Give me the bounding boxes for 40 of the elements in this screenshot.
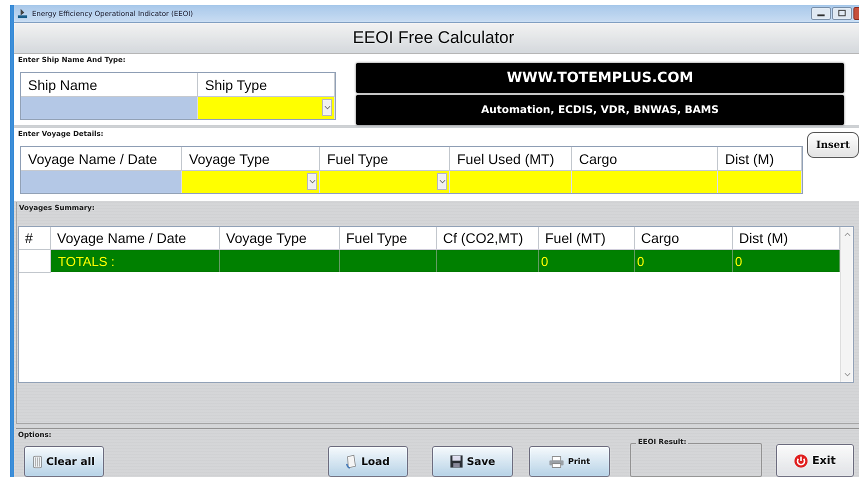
trash-bin-icon: [33, 454, 42, 470]
app-icon: [17, 8, 28, 20]
document-icon: [346, 454, 358, 469]
services-banner: Automation, ECDIS, VDR, BNWAS, BAMS: [356, 95, 844, 126]
table-cell: 0: [539, 250, 635, 272]
scrollbar[interactable]: [840, 227, 853, 382]
app-header: EEOI Free Calculator: [14, 23, 859, 54]
column-header: Fuel Used (MT): [450, 147, 572, 172]
input-field[interactable]: [450, 171, 572, 194]
maximize-icon[interactable]: [832, 7, 852, 20]
input-field[interactable]: [718, 171, 802, 194]
scroll-down-icon[interactable]: [844, 372, 850, 377]
row-header[interactable]: [19, 250, 51, 273]
dropdown[interactable]: [182, 171, 320, 194]
input-field[interactable]: [21, 171, 182, 194]
power-icon: [794, 454, 808, 468]
printer-icon: [548, 456, 564, 468]
table-cell: 0: [733, 250, 840, 272]
print-button[interactable]: Print: [529, 446, 610, 477]
column-header: Voyage Type: [182, 147, 320, 172]
exit-button[interactable]: Exit: [776, 444, 854, 477]
column-header: Ship Type: [198, 73, 335, 98]
input-field[interactable]: [572, 171, 718, 194]
website-banner: WWW.TOTEMPLUS.COM: [356, 63, 844, 94]
column-header: Cargo: [572, 147, 718, 172]
scroll-up-icon[interactable]: [844, 232, 850, 237]
column-header: Fuel Type: [320, 147, 450, 172]
dropdown[interactable]: [198, 97, 335, 120]
insert-button[interactable]: Insert: [807, 132, 859, 158]
column-header: Voyage Name / Date: [21, 147, 182, 172]
table-cell: 0: [635, 250, 733, 272]
input-field[interactable]: [21, 97, 198, 120]
save-button[interactable]: Save: [432, 446, 513, 477]
column-header: Dist (M): [718, 147, 802, 172]
dropdown[interactable]: [320, 171, 450, 194]
load-button[interactable]: Load: [328, 446, 408, 477]
table-cell: TOTALS :: [51, 250, 220, 272]
minimize-icon[interactable]: [811, 7, 831, 20]
clear-all-button[interactable]: Clear all: [24, 446, 104, 477]
column-header: Ship Name: [21, 73, 198, 98]
